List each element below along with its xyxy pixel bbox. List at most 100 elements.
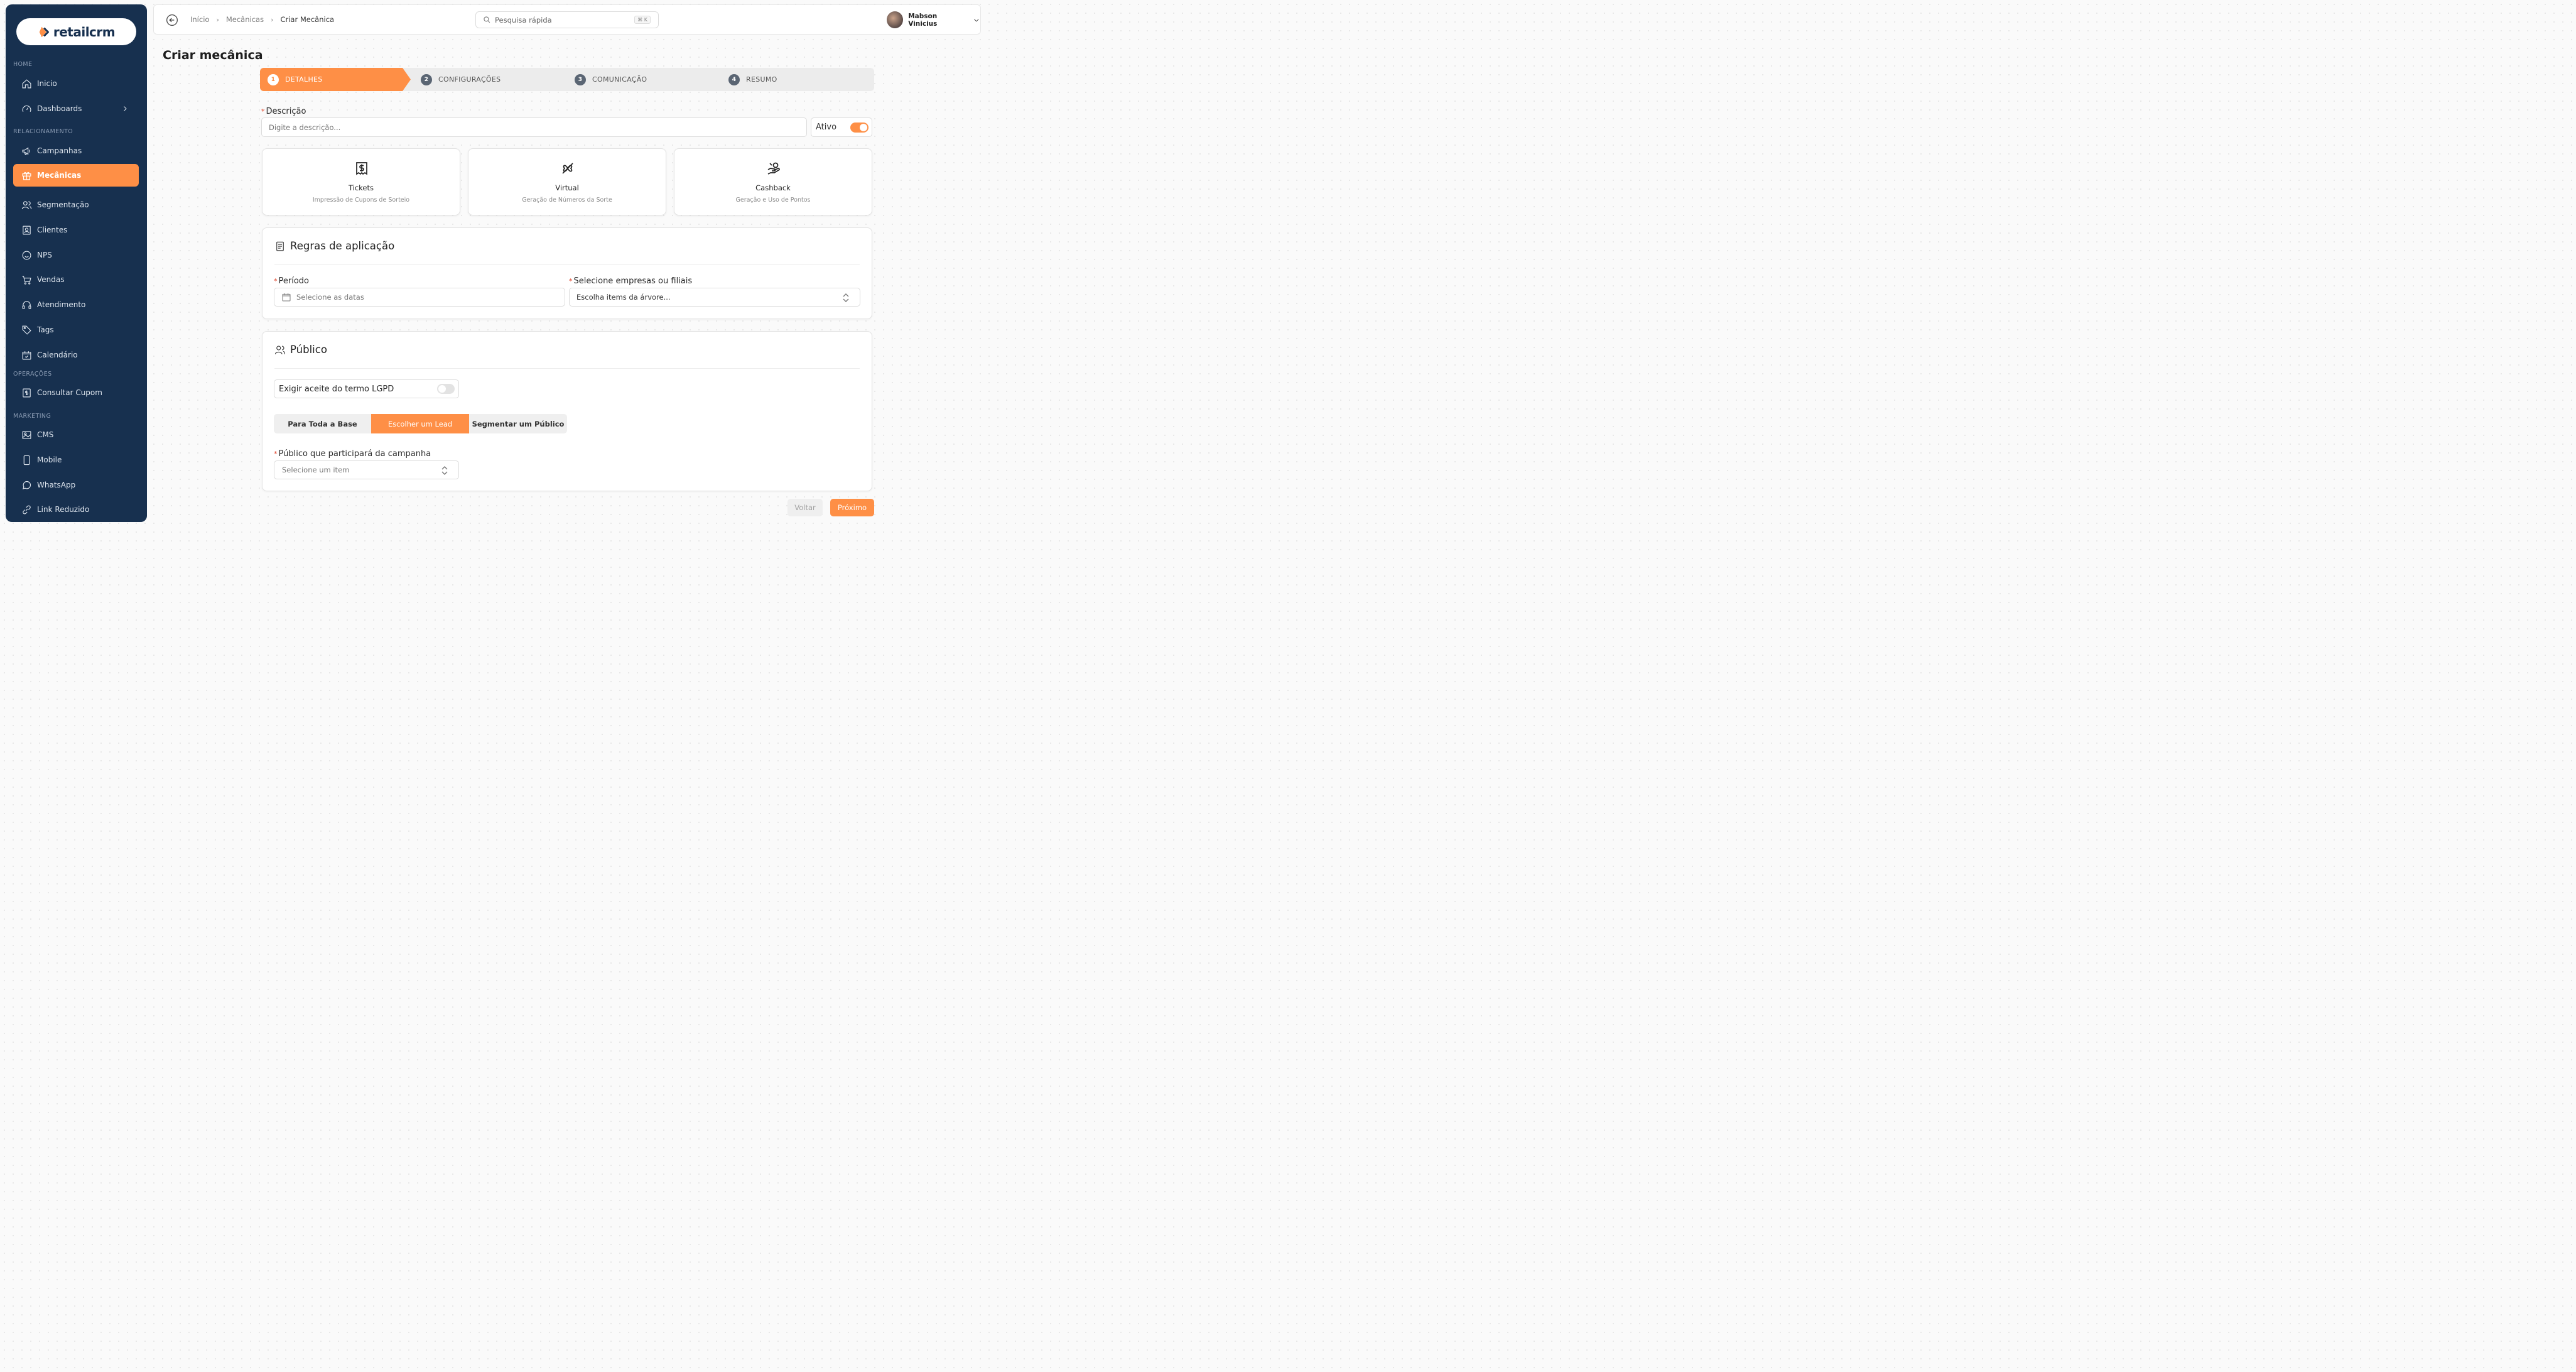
required-asterisk: * xyxy=(569,277,573,285)
sidebar-item-mecanicas[interactable]: Mecânicas xyxy=(13,164,139,187)
chevron-right-icon xyxy=(124,106,127,111)
mechanic-card-cashback[interactable]: Cashback Geração e Uso de Pontos xyxy=(674,148,872,215)
sidebar-item-label: Tags xyxy=(37,325,54,334)
sidebar-item-label: Campanhas xyxy=(37,146,82,155)
regras-header: Regras de aplicação xyxy=(274,240,394,252)
retailcrm-logo-icon xyxy=(39,26,49,37)
step-detalhes[interactable]: 1 DETALHES xyxy=(268,68,323,91)
participa-placeholder: Selecione um item xyxy=(282,466,350,474)
sidebar-item-mobile[interactable]: Mobile xyxy=(13,449,139,471)
clover-icon xyxy=(562,163,573,174)
search-input[interactable]: Pesquisa rápida ⌘ K xyxy=(475,11,659,28)
ticket-dollar-icon xyxy=(356,162,367,175)
chevron-down-icon xyxy=(974,18,979,22)
top-bar: Início › Mecânicas › Criar Mecânica Pesq… xyxy=(153,4,981,35)
sidebar-item-atendimento[interactable]: Atendimento xyxy=(13,293,139,316)
segment-escolher-lead[interactable]: Escolher um Lead xyxy=(371,414,469,433)
avatar xyxy=(887,11,904,28)
next-button[interactable]: Próximo xyxy=(830,499,874,516)
sidebar-item-label: Mobile xyxy=(37,455,62,464)
step-label: DETALHES xyxy=(285,75,323,84)
users-icon xyxy=(21,200,32,209)
headset-icon xyxy=(22,300,31,309)
step-label: RESUMO xyxy=(746,75,777,84)
periodo-date-input[interactable]: Selecione as datas xyxy=(274,288,565,307)
regras-title: Regras de aplicação xyxy=(290,240,395,252)
participa-select[interactable]: Selecione um item xyxy=(274,460,459,479)
sidebar-item-campanhas[interactable]: Campanhas xyxy=(13,139,139,162)
sidebar-item-link-reduzido[interactable]: Link Reduzido xyxy=(13,498,139,521)
ativo-toggle-box: Ativo xyxy=(811,117,872,137)
sidebar-item-consultar-cupom[interactable]: Consultar Cupom xyxy=(13,381,139,404)
breadcrumb-inicio[interactable]: Início xyxy=(190,15,209,24)
calendar-icon xyxy=(22,351,31,359)
back-arrow-icon[interactable] xyxy=(166,14,178,26)
users-icon xyxy=(274,345,286,354)
mechanic-title: Cashback xyxy=(755,183,791,192)
sidebar-item-inicio[interactable]: Inicio xyxy=(13,72,139,95)
sidebar-item-label: WhatsApp xyxy=(37,481,76,489)
descricao-field[interactable]: Digite a descrição... xyxy=(261,117,807,137)
publico-title: Público xyxy=(290,344,327,356)
sidebar-item-cms[interactable]: CMS xyxy=(13,423,139,446)
search-shortcut: ⌘ K xyxy=(634,16,651,24)
mechanic-card-tickets[interactable]: Tickets Impressão de Cupons de Sorteio xyxy=(262,148,460,215)
sidebar-item-label: Clientes xyxy=(37,226,68,234)
step-resumo[interactable]: 4 RESUMO xyxy=(728,68,777,91)
audience-segmented-control: Para Toda a Base Escolher um Lead Segmen… xyxy=(274,414,567,433)
mechanic-title: Virtual xyxy=(555,183,579,192)
lgpd-toggle-box: Exigir aceite do termo LGPD xyxy=(274,379,459,398)
breadcrumb-separator-icon: › xyxy=(271,15,274,24)
sidebar-item-calendario[interactable]: Calendário xyxy=(13,344,139,366)
cashback-hand-icon xyxy=(767,162,780,175)
divider xyxy=(274,368,860,369)
step-number: 4 xyxy=(728,74,740,85)
megaphone-icon xyxy=(22,147,31,155)
user-menu[interactable]: Mabson Vinicius xyxy=(887,11,980,28)
home-icon xyxy=(22,79,31,88)
segment-segmentar-publico[interactable]: Segmentar um Público xyxy=(469,414,567,433)
section-home: HOME xyxy=(13,61,33,68)
section-marketing: MARKETING xyxy=(13,413,51,420)
logo[interactable]: retailcrm xyxy=(16,18,136,45)
page-title: Criar mecânica xyxy=(163,48,263,62)
lgpd-toggle[interactable] xyxy=(437,384,455,394)
step-number: 2 xyxy=(421,74,432,85)
link-icon xyxy=(23,505,31,514)
ativo-toggle[interactable] xyxy=(850,122,869,133)
stepper: 1 DETALHES 2 CONFIGURAÇÕES 3 COMUNICAÇÃO… xyxy=(260,68,874,91)
mechanic-title: Tickets xyxy=(348,183,374,192)
sidebar-item-label: Link Reduzido xyxy=(37,505,90,514)
step-configuracoes[interactable]: 2 CONFIGURAÇÕES xyxy=(421,68,501,91)
sidebar-item-whatsapp[interactable]: WhatsApp xyxy=(13,474,139,496)
breadcrumb-mecanicas[interactable]: Mecânicas xyxy=(226,15,264,24)
select-arrows-icon xyxy=(441,466,448,475)
section-operacoes: OPERAÇÕES xyxy=(13,371,52,378)
sidebar-item-vendas[interactable]: Vendas xyxy=(13,268,139,291)
sidebar-item-tags[interactable]: Tags xyxy=(13,318,139,341)
sidebar-item-label: Atendimento xyxy=(37,300,86,309)
participa-label: * Público que participará da campanha xyxy=(274,449,431,459)
mechanic-card-virtual[interactable]: Virtual Geração de Números da Sorte xyxy=(468,148,666,215)
mobile-icon xyxy=(23,455,30,465)
search-icon xyxy=(484,16,490,23)
mechanic-subtitle: Geração e Uso de Pontos xyxy=(735,197,811,204)
divider xyxy=(274,264,860,265)
sidebar-item-dashboards[interactable]: Dashboards xyxy=(13,97,139,120)
back-button[interactable]: Voltar xyxy=(787,499,823,516)
sidebar-item-clientes[interactable]: Clientes xyxy=(13,219,139,241)
sidebar-item-nps[interactable]: NPS xyxy=(13,244,139,266)
gift-icon xyxy=(22,172,31,180)
contact-icon xyxy=(23,226,31,234)
segment-para-toda-base[interactable]: Para Toda a Base xyxy=(274,414,371,433)
breadcrumb-current: Criar Mecânica xyxy=(280,15,335,24)
empresas-tree-select[interactable]: Escolha items da árvore... xyxy=(569,288,860,307)
required-asterisk: * xyxy=(274,450,278,458)
sidebar-item-segmentacao[interactable]: Segmentação xyxy=(13,193,139,216)
step-comunicacao[interactable]: 3 COMUNICAÇÃO xyxy=(575,68,647,91)
required-asterisk: * xyxy=(274,277,278,285)
step-label: COMUNICAÇÃO xyxy=(592,75,647,84)
user-name: Mabson Vinicius xyxy=(908,12,938,28)
periodo-label: * Período xyxy=(274,276,309,286)
step-label: CONFIGURAÇÕES xyxy=(438,75,501,84)
